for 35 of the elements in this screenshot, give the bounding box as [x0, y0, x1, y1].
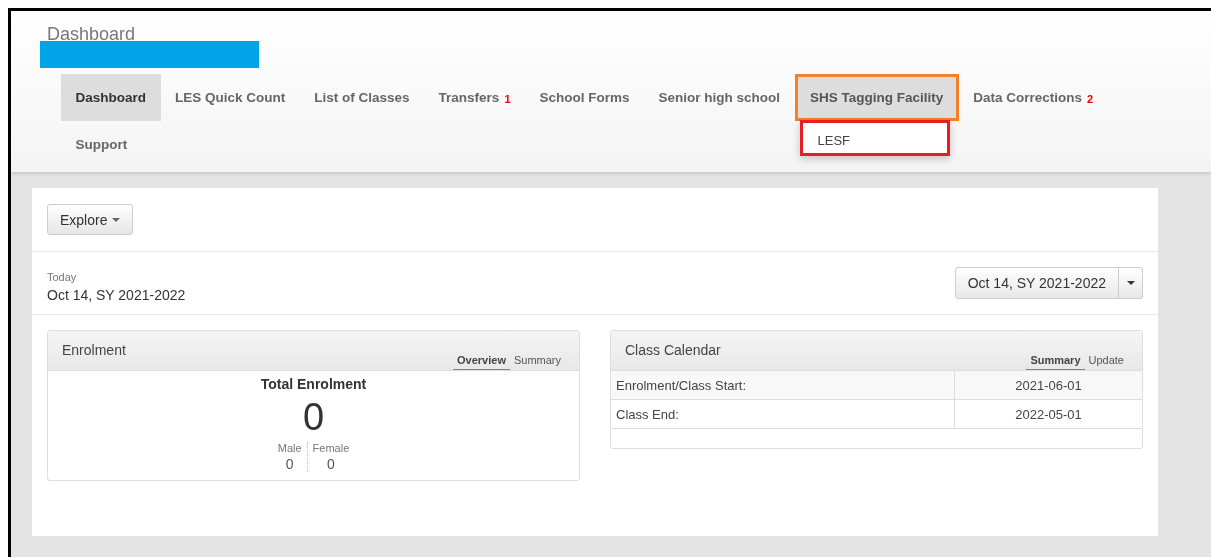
total-count: 0 — [302, 395, 325, 440]
nav-tab[interactable]: Support — [61, 121, 142, 168]
table-cell: 2021-06-01 — [954, 371, 1142, 400]
nav-tab[interactable]: List of Classes — [299, 74, 425, 121]
nav-tab[interactable]: SHS Tagging Facility — [794, 74, 959, 121]
date-dropdown-button[interactable] — [1119, 267, 1143, 299]
nav-tab[interactable]: School Forms — [525, 74, 644, 121]
caret-icon — [112, 217, 121, 222]
stat-label: Female — [312, 442, 350, 454]
date-label: Today — [47, 271, 78, 283]
page-title: Dashboard — [47, 25, 136, 43]
nav-tab[interactable]: Transfers 1 — [424, 74, 525, 121]
table-cell: Class End: — [611, 399, 955, 429]
panel-tab[interactable]: Summary — [509, 354, 565, 370]
count-label: 2 — [1087, 93, 1094, 105]
menu-item[interactable]: LESF — [799, 120, 950, 156]
nav-tab[interactable]: Dashboard — [61, 74, 161, 121]
nav-tab[interactable]: LES Quick Count — [160, 74, 300, 121]
panel-tab[interactable]: Summary — [1026, 354, 1085, 370]
table-cell: Enrolment/Class Start: — [611, 371, 955, 400]
date-picker-button[interactable]: Oct 14, SY 2021-2022 — [954, 267, 1119, 299]
nav-tab[interactable]: Senior high school — [644, 74, 795, 121]
date-text: Oct 14, SY 2021-2022 — [47, 287, 186, 303]
stat-value: 0 — [326, 456, 336, 472]
total-heading: Total Enrolment — [260, 376, 367, 392]
panel-title: Class Calendar — [625, 342, 721, 358]
panel-tab[interactable]: Overview — [453, 354, 510, 370]
explore-button[interactable]: Explore — [47, 204, 134, 235]
caret-icon — [1126, 281, 1135, 285]
stat-value: 0 — [284, 456, 295, 472]
count-label: 1 — [504, 93, 511, 105]
panel-tab[interactable]: Update — [1084, 354, 1128, 370]
stat-label: Male — [277, 442, 302, 454]
panel-title: Enrolment — [62, 342, 126, 358]
nav-tab[interactable]: Data Corrections 2 — [958, 74, 1108, 121]
